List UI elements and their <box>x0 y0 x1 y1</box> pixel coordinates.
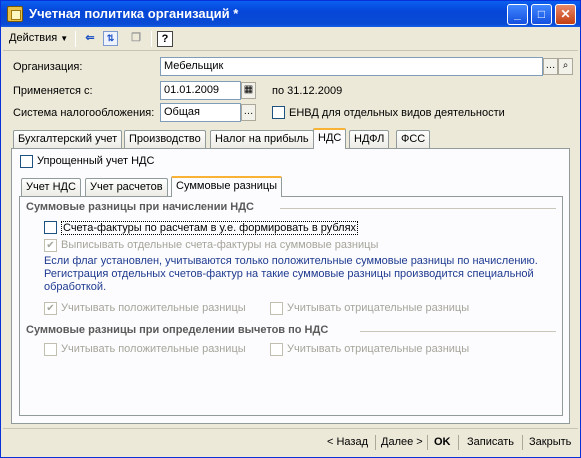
document-icon <box>7 6 23 22</box>
applies-label: Применяется с: <box>13 85 93 97</box>
footer-separator <box>427 435 428 450</box>
tax-system-field[interactable]: Общая <box>160 103 241 122</box>
period-end-label: по 31.12.2009 <box>272 85 343 97</box>
calendar-icon[interactable]: ▦ <box>241 82 256 99</box>
vat-tab-panel: Упрощенный учет НДС Учет НДС Учет расчет… <box>11 148 570 424</box>
organization-label: Организация: <box>13 61 83 73</box>
section-divider <box>360 331 556 332</box>
toolbar-separator <box>75 31 76 47</box>
tab-accounting[interactable]: Бухгалтерский учет <box>13 130 123 148</box>
tax-system-label: Система налогообложения: <box>13 107 155 119</box>
deduction-positive-checkbox <box>44 343 57 356</box>
actions-menu[interactable]: Действия ▼ <box>9 30 68 48</box>
accrual-positive-label: Учитывать положительные разницы <box>61 302 246 314</box>
help-button[interactable]: ? <box>157 31 173 47</box>
applies-date-field[interactable]: 01.01.2009 <box>160 81 241 100</box>
close-button[interactable]: ✕ <box>555 4 576 25</box>
envd-label: ЕНВД для отдельных видов деятельности <box>289 107 505 119</box>
tab-vat[interactable]: НДС <box>313 128 347 149</box>
invoice-currency-checkbox[interactable] <box>44 221 57 234</box>
copy-icon: ❐ <box>131 32 141 44</box>
actions-menu-label: Действия <box>9 32 58 44</box>
close-form-button[interactable]: Закрыть <box>529 436 571 448</box>
search-icon[interactable]: ⌕ <box>558 58 573 75</box>
subtab-settlements[interactable]: Учет расчетов <box>85 178 168 196</box>
deduction-negative-label: Учитывать отрицательные разницы <box>287 343 470 355</box>
dialog-window: Учетная политика организаций * _ □ ✕ Дей… <box>0 0 581 458</box>
structure-icon[interactable]: ⇅ <box>103 31 118 46</box>
section-divider <box>280 208 556 209</box>
info-text: Если флаг установлен, учитываются только… <box>44 255 538 293</box>
envd-checkbox[interactable] <box>272 106 285 119</box>
footer-separator <box>458 435 459 450</box>
accrual-negative-label: Учитывать отрицательные разницы <box>287 302 470 314</box>
ok-button[interactable]: OK <box>434 436 451 448</box>
tab-ndfl[interactable]: НДФЛ <box>349 130 390 148</box>
organization-select-button[interactable]: … <box>543 58 558 75</box>
footer-separator <box>522 435 523 450</box>
tab-fss[interactable]: ФСС <box>396 130 431 148</box>
next-button[interactable]: Далее > <box>381 436 423 448</box>
window-title: Учетная политика организаций * <box>29 6 239 21</box>
footer-bar: < Назад Далее > OK Записать Закрыть <box>3 428 578 454</box>
tax-system-select-button[interactable]: … <box>241 104 256 121</box>
simplified-vat-label: Упрощенный учет НДС <box>37 155 155 167</box>
maximize-button[interactable]: □ <box>531 4 552 25</box>
section-accrual-title: Суммовые разницы при начислении НДС <box>26 201 254 213</box>
title-bar[interactable]: Учетная политика организаций * _ □ ✕ <box>1 1 580 27</box>
tab-profit-tax[interactable]: Налог на прибыль <box>210 130 314 148</box>
simplified-vat-checkbox[interactable] <box>20 155 33 168</box>
deduction-negative-checkbox <box>270 343 283 356</box>
save-button[interactable]: Записать <box>467 436 514 448</box>
minimize-button[interactable]: _ <box>507 4 528 25</box>
subtab-vat-accounting[interactable]: Учет НДС <box>21 178 81 196</box>
separate-invoices-label: Выписывать отдельные счета-фактуры на су… <box>61 239 379 251</box>
separate-invoices-checkbox: ✔ <box>44 239 57 252</box>
toolbar-separator <box>151 31 152 47</box>
arrow-left-icon[interactable]: ⇐ <box>81 30 99 48</box>
deduction-positive-label: Учитывать положительные разницы <box>61 343 246 355</box>
accrual-positive-checkbox: ✔ <box>44 302 57 315</box>
organization-field[interactable]: Мебельщик <box>160 57 543 76</box>
footer-separator <box>375 435 376 450</box>
tab-production[interactable]: Производство <box>124 130 206 148</box>
accrual-negative-checkbox <box>270 302 283 315</box>
invoice-currency-label: Счета-фактуры по расчетам в у.е. формиро… <box>61 221 359 235</box>
chevron-down-icon: ▼ <box>60 34 69 43</box>
back-button[interactable]: < Назад <box>327 436 368 448</box>
section-deductions-title: Суммовые разницы при определении вычетов… <box>26 324 329 336</box>
sum-differences-panel: Суммовые разницы при начислении НДС Счет… <box>19 196 563 416</box>
subtab-sum-differences[interactable]: Суммовые разницы <box>171 176 283 197</box>
toolbar: Действия ▼ ⇐ ⇅ ❐ ? <box>3 27 578 51</box>
